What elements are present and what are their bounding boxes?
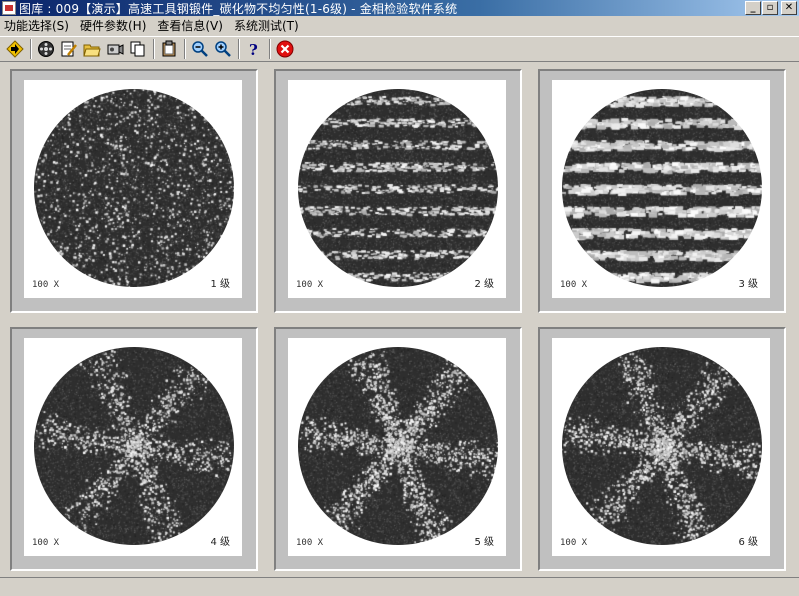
title-bar[interactable]: 图库 : 009【演示】高速工具钢锻件_碳化物不均匀性(1-6级) - 金相检验… [0,0,799,16]
menu-hardware-params[interactable]: 硬件参数(H) [76,17,153,34]
menu-bar: 功能选择(S) 硬件参数(H) 查看信息(V) 系统测试(T) [0,16,799,35]
micrograph-frame: 100 X 2 级 [288,80,506,298]
help-icon[interactable]: ? [243,38,265,60]
open-folder-icon[interactable] [81,38,103,60]
menu-function-select[interactable]: 功能选择(S) [0,17,76,34]
film-reel-icon[interactable] [35,38,57,60]
magnification-label: 100 X [32,538,60,548]
toolbar-separator [269,39,271,59]
menu-system-test[interactable]: 系统测试(T) [230,17,306,34]
micrograph-frame: 100 X 6 级 [552,338,770,556]
micrograph-frame: 100 X 4 级 [24,338,242,556]
clipboard-icon[interactable] [158,38,180,60]
magnification-label: 100 X [296,538,324,548]
micrograph-frame: 100 X 3 级 [552,80,770,298]
grade-tile-2[interactable]: 100 X 2 级 [274,69,522,313]
grade-label: 3 级 [738,279,758,290]
minimize-button[interactable]: _ [745,1,761,15]
magnification-label: 100 X [32,280,60,290]
micrograph-frame: 100 X 1 级 [24,80,242,298]
copy-icon[interactable] [127,38,149,60]
grade-tile-3[interactable]: 100 X 3 级 [538,69,786,313]
grade-label: 1 级 [210,279,230,290]
toolbar-separator [184,39,186,59]
micrograph-frame: 100 X 5 级 [288,338,506,556]
grade-tile-5[interactable]: 100 X 5 级 [274,327,522,571]
status-bar [0,577,799,596]
toolbar-separator [30,39,32,59]
arrow-right-icon[interactable] [4,38,26,60]
camera-icon[interactable] [104,38,126,60]
close-red-icon[interactable] [274,38,296,60]
toolbar-separator [153,39,155,59]
grade-label: 2 级 [474,279,494,290]
grade-tile-6[interactable]: 100 X 6 级 [538,327,786,571]
app-icon[interactable] [2,1,16,15]
maximize-button[interactable]: ▫ [762,1,778,15]
grade-tile-1[interactable]: 100 X 1 级 [10,69,258,313]
toolbar: ? [0,36,799,62]
image-gallery: 100 X 1 级 100 X 2 级 100 X 3 级 100 X 4 级 [0,63,799,575]
magnification-label: 100 X [560,538,588,548]
micrograph-image [34,347,234,545]
micrograph-image [298,347,498,545]
zoom-in-icon[interactable] [212,38,234,60]
micrograph-image [562,347,762,545]
window-title: 图库 : 009【演示】高速工具钢锻件_碳化物不均匀性(1-6级) - 金相检验… [19,1,458,16]
micrograph-image [562,89,762,287]
app-window: 图库 : 009【演示】高速工具钢锻件_碳化物不均匀性(1-6级) - 金相检验… [0,0,799,596]
window-controls: _ ▫ ✕ [745,1,797,15]
grade-label: 6 级 [738,537,758,548]
grade-label: 4 级 [210,537,230,548]
magnification-label: 100 X [560,280,588,290]
menu-view-info[interactable]: 查看信息(V) [153,17,230,34]
magnification-label: 100 X [296,280,324,290]
grade-tile-4[interactable]: 100 X 4 级 [10,327,258,571]
micrograph-image [34,89,234,287]
svg-text:?: ? [249,41,258,58]
zoom-out-icon[interactable] [189,38,211,60]
edit-doc-icon[interactable] [58,38,80,60]
micrograph-image [298,89,498,287]
grade-label: 5 级 [474,537,494,548]
toolbar-separator [238,39,240,59]
close-button[interactable]: ✕ [781,1,797,15]
